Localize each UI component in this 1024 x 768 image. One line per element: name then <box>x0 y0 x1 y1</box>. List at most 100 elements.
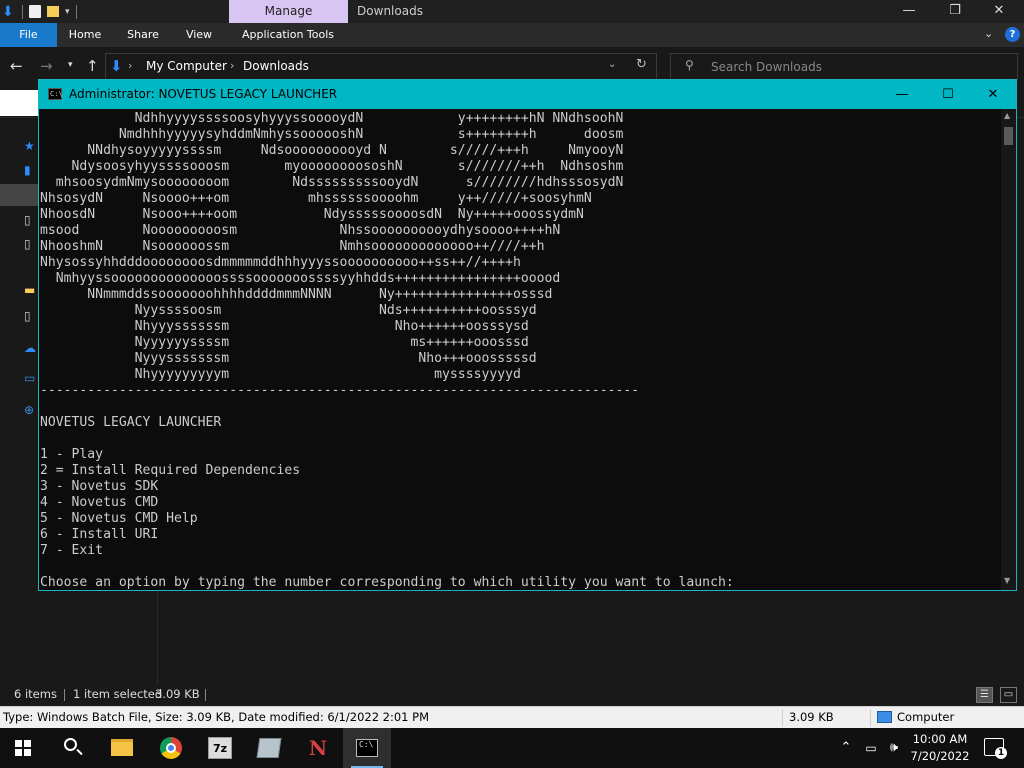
onedrive-cloud-icon[interactable]: ☁ <box>24 342 38 354</box>
network-icon[interactable]: ▭ <box>860 728 882 768</box>
selected-nav-item[interactable] <box>0 184 38 206</box>
address-bar[interactable]: ⬇ › My Computer › Downloads ⌄ ↻ <box>105 53 657 80</box>
search-icon <box>64 738 77 751</box>
search-input[interactable]: ⚲ Search Downloads <box>670 53 1018 80</box>
console-scrollbar[interactable]: ▲ ▼ <box>1001 109 1016 590</box>
download-arrow-icon[interactable]: ⬇ <box>2 5 16 19</box>
tab-file[interactable]: File <box>0 23 57 47</box>
ascii-art-line: NNmmmddssooooooohhhhddddmmmNNNN Ny++++++… <box>40 287 553 302</box>
ascii-art-line: NNdhysoyyyyyssssm Ndsoooooooooyd N s////… <box>40 143 624 158</box>
minimize-button[interactable]: — <box>886 0 932 23</box>
toolbar-separator <box>75 4 77 19</box>
breadcrumb-downloads[interactable]: Downloads <box>243 59 309 73</box>
breadcrumb-separator-icon: › <box>230 59 235 72</box>
expand-ribbon-chevron-icon[interactable]: ⌄ <box>984 27 993 40</box>
ascii-art-line: Nyyysssssssm Nho+++ooosssssd <box>40 351 537 366</box>
menu-option-exit: 7 - Exit <box>40 543 104 558</box>
ascii-art-line: Nhyyyyyyyyym myssssyyyyd <box>40 367 521 382</box>
ascii-art-line: NmdhhhyyyyysyhddmNmhyssoooooshN s+++++++… <box>40 127 624 142</box>
file-explorer-icon <box>111 739 133 756</box>
menu-option-play: 1 - Play <box>40 447 104 462</box>
console-close-button[interactable]: ✕ <box>970 80 1016 109</box>
large-icons-view-icon[interactable]: ▭ <box>1000 687 1017 703</box>
tab-home[interactable]: Home <box>60 23 110 47</box>
file-size: 3.09 KB <box>789 710 834 724</box>
help-icon[interactable]: ? <box>1005 27 1020 42</box>
refresh-icon[interactable]: ↻ <box>636 57 647 72</box>
taskbar-app[interactable] <box>245 728 293 768</box>
console-output[interactable]: NdhhyyyyssssoosyhyyyssooooydN y++++++++h… <box>39 109 1001 590</box>
taskbar-novetus[interactable]: N <box>294 728 342 768</box>
search-button[interactable] <box>48 728 96 768</box>
header-strip <box>0 90 38 116</box>
show-hidden-icons-chevron-icon[interactable]: ⌃ <box>836 728 856 768</box>
console-minimize-button[interactable]: — <box>879 80 925 109</box>
notification-center-icon[interactable]: 1 <box>984 738 1007 759</box>
windows-logo-icon <box>15 740 31 756</box>
ascii-art-line: Nyyssssoosm Nds++++++++++oosssyd <box>40 303 537 318</box>
taskbar-command-prompt[interactable]: C:\ <box>343 728 391 768</box>
tab-view[interactable]: View <box>174 23 224 47</box>
ascii-art-line: Nyyyyyyssssm ms++++++ooosssd <box>40 335 529 350</box>
launcher-heading: NOVETUS LEGACY LAUNCHER <box>40 415 222 430</box>
ascii-art-line: Nhysossyhhdddoooooooosdmmmmmddhhhyyyssoo… <box>40 255 521 270</box>
tab-share[interactable]: Share <box>118 23 168 47</box>
search-placeholder: Search Downloads <box>711 60 822 74</box>
scroll-up-arrow-icon[interactable]: ▲ <box>1004 111 1010 120</box>
status-separator <box>205 689 206 701</box>
close-button[interactable]: ✕ <box>976 0 1022 23</box>
selection-count: 1 item selected <box>73 687 163 701</box>
breadcrumb-my-computer[interactable]: My Computer <box>146 59 227 73</box>
file-type-info: Type: Windows Batch File, Size: 3.09 KB,… <box>3 710 430 724</box>
address-dropdown-chevron-icon[interactable]: ⌄ <box>608 59 616 70</box>
maximize-button[interactable]: ❐ <box>932 0 978 23</box>
desktop-icon[interactable]: ▮ <box>24 164 38 176</box>
command-prompt-icon: C:\ <box>356 739 378 757</box>
7zip-icon: 7z <box>208 737 232 759</box>
quick-access-star-icon[interactable]: ★ <box>24 140 38 152</box>
console-text: NdhhyyyyssssoosyhyyyssooooydN y++++++++h… <box>40 111 734 590</box>
scrollbar-thumb[interactable] <box>1004 127 1013 145</box>
recent-locations-chevron-icon[interactable]: ▾ <box>68 60 73 70</box>
tab-manage-context[interactable]: Manage <box>229 0 348 23</box>
this-pc-icon[interactable]: ▭ <box>24 372 38 384</box>
taskbar-chrome[interactable] <box>147 728 195 768</box>
menu-option-cmd-help: 5 - Novetus CMD Help <box>40 511 198 526</box>
start-button[interactable] <box>0 728 48 768</box>
console-title-bar[interactable]: C:\ Administrator: NOVETUS LEGACY LAUNCH… <box>39 80 1016 109</box>
taskbar-7zip[interactable]: 7z <box>196 728 244 768</box>
ascii-art-line: NhsosydN Nsoooo+++om mhssssssoooohm y++/… <box>40 191 592 206</box>
tab-application-tools[interactable]: Application Tools <box>232 23 344 47</box>
ascii-art-line: mhsoosydmNmysoooooooom NdsssssssssooydN … <box>40 175 624 190</box>
volume-icon[interactable]: 🕪 <box>884 728 904 768</box>
customize-toolbar-chevron-icon[interactable]: ▾ <box>65 7 70 17</box>
new-folder-icon[interactable] <box>47 6 59 17</box>
videos-icon[interactable]: ▯ <box>24 310 38 322</box>
console-window[interactable]: C:\ Administrator: NOVETUS LEGACY LAUNCH… <box>38 79 1017 591</box>
system-clock[interactable]: 10:00 AM 7/20/2022 <box>904 731 976 765</box>
folder-icon[interactable]: ▬ <box>24 284 38 296</box>
network-icon[interactable]: ⊕ <box>24 404 38 416</box>
status-divider <box>782 709 783 727</box>
quick-access-toolbar: ⬇ ▾ <box>0 0 77 23</box>
documents-icon[interactable]: ▯ <box>24 214 38 226</box>
cmd-icon: C:\ <box>48 88 63 100</box>
properties-icon[interactable] <box>29 5 41 18</box>
menu-option-cmd: 4 - Novetus CMD <box>40 495 159 510</box>
taskbar-file-explorer[interactable] <box>98 728 146 768</box>
details-status-bar: Type: Windows Batch File, Size: 3.09 KB,… <box>0 706 1024 728</box>
ascii-art-line: msood Nooooooooosm Nhssoooooooooydhysooo… <box>40 223 561 238</box>
downloads-folder-icon: ⬇ <box>110 57 123 75</box>
scroll-down-arrow-icon[interactable]: ▼ <box>1004 576 1010 585</box>
ribbon-tabs: File Home Share View Application Tools ⌄… <box>0 23 1024 47</box>
details-view-icon[interactable]: ☰ <box>976 687 993 703</box>
item-count: 6 items <box>14 687 57 701</box>
up-arrow-icon[interactable]: ↑ <box>86 57 99 75</box>
pictures-icon[interactable]: ▯ <box>24 238 38 250</box>
forward-arrow-icon[interactable]: → <box>40 57 53 75</box>
console-maximize-button[interactable]: ☐ <box>925 80 971 109</box>
back-arrow-icon[interactable]: ← <box>10 57 23 75</box>
console-title: Administrator: NOVETUS LEGACY LAUNCHER <box>69 87 338 101</box>
